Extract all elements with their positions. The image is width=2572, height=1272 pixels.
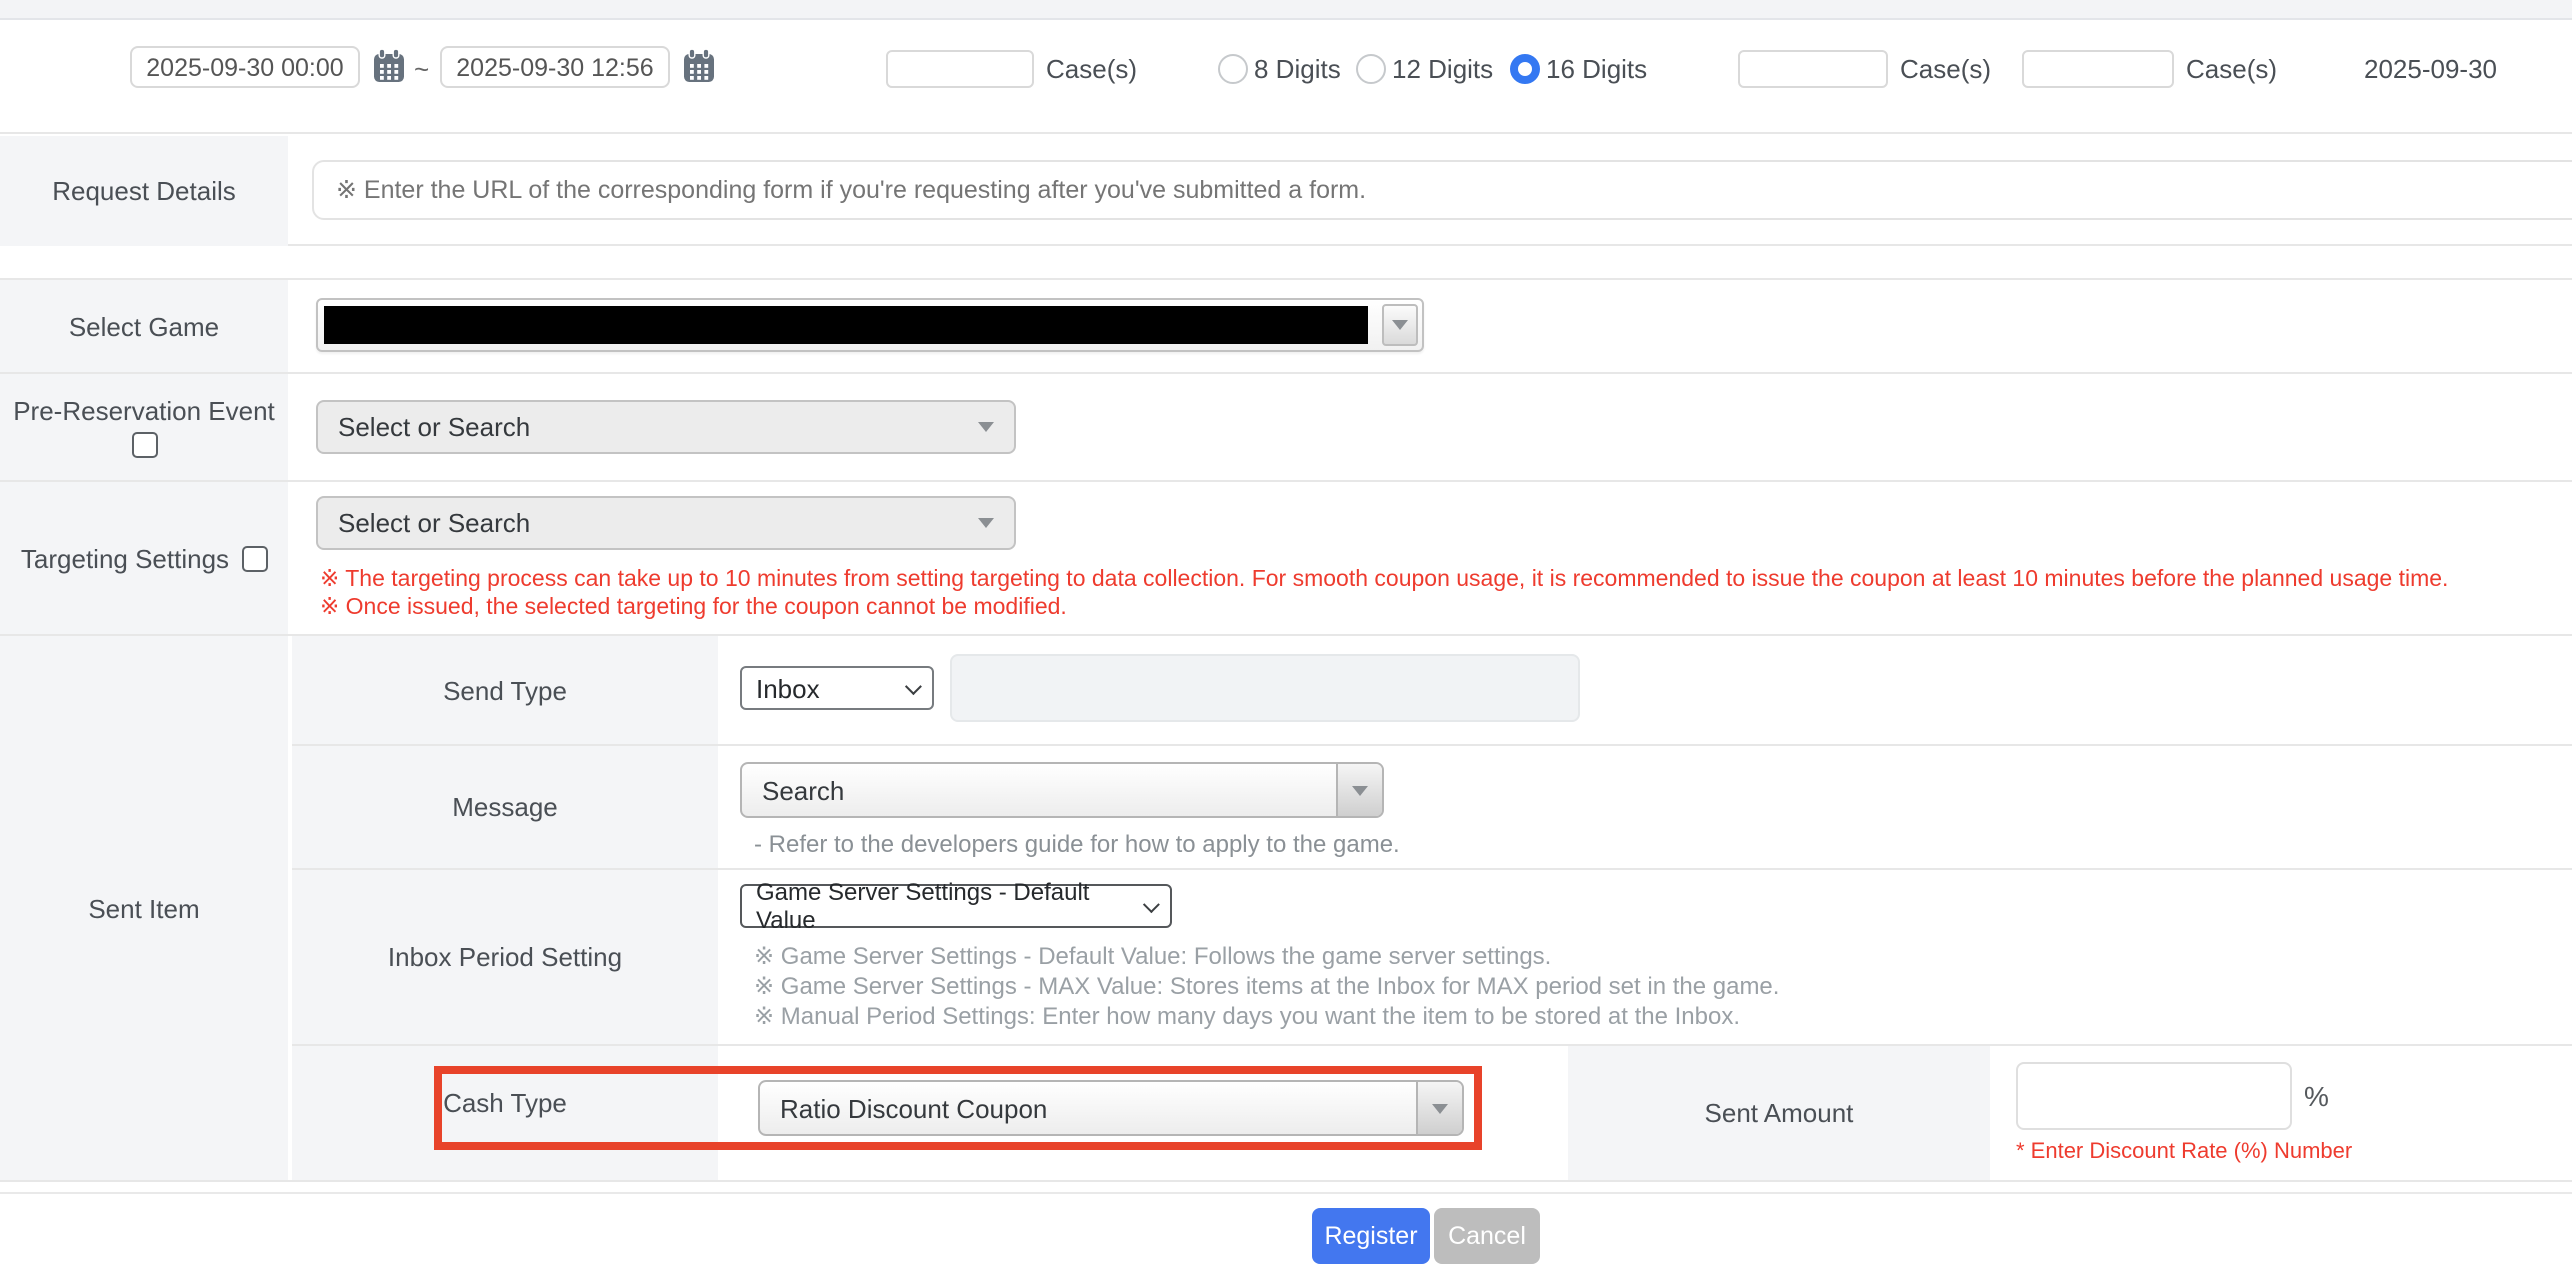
request-details-input[interactable] — [312, 160, 2572, 220]
message-note: - Refer to the developers guide for how … — [754, 830, 1400, 858]
sent-amount-input[interactable] — [2016, 1062, 2292, 1130]
inbox-period-note-3: ※ Manual Period Settings: Enter how many… — [754, 1002, 1740, 1030]
cash-type-highlight-box — [434, 1066, 1482, 1150]
message-dropdown-value: Search — [742, 775, 1336, 805]
radio-16-digits-label[interactable]: 16 Digits — [1546, 54, 1647, 84]
radio-12-digits-label[interactable]: 12 Digits — [1392, 54, 1493, 84]
case-unit-label-2: Case(s) — [1900, 54, 1991, 84]
targeting-checkbox[interactable] — [241, 545, 267, 571]
message-dropdown-arrow[interactable] — [1336, 764, 1382, 816]
top-strip — [0, 0, 2572, 20]
send-type-label: Send Type — [292, 636, 718, 744]
message-label: Message — [292, 746, 718, 868]
sent-amount-label: Sent Amount — [1568, 1046, 1990, 1180]
chevron-down-icon — [1143, 896, 1160, 913]
send-type-select-value: Inbox — [756, 673, 820, 703]
case-unit-label-1: Case(s) — [1046, 54, 1137, 84]
calendar-icon[interactable] — [682, 48, 716, 84]
message-dropdown[interactable]: Search — [740, 762, 1384, 818]
period-end-input[interactable] — [440, 46, 670, 88]
send-type-extra-input — [950, 654, 1580, 722]
sent-amount-note: * Enter Discount Rate (%) Number — [2016, 1140, 2352, 1164]
pre-reservation-checkbox[interactable] — [131, 432, 157, 458]
chevron-down-icon — [978, 518, 994, 528]
pre-reservation-dropdown[interactable]: Select or Search — [316, 400, 1016, 454]
period-separator: ~ — [414, 54, 429, 84]
targeting-label: Targeting Settings — [21, 543, 229, 573]
coupon-request-form: ~ Case(s) 8 Digits 12 Digits 16 Digits C… — [0, 0, 2572, 1272]
radio-16-digits[interactable] — [1510, 54, 1540, 84]
targeting-note-1: ※ The targeting process can take up to 1… — [320, 564, 2448, 592]
inbox-period-select-value: Game Server Settings - Default Value — [756, 878, 1144, 934]
radio-8-digits-label[interactable]: 8 Digits — [1254, 54, 1341, 84]
period-start-input[interactable] — [130, 46, 360, 88]
calendar-icon[interactable] — [372, 48, 406, 84]
select-game-dropdown[interactable] — [316, 298, 1424, 352]
request-details-label: Request Details — [0, 136, 288, 246]
case-count-input-2[interactable] — [1738, 50, 1888, 88]
request-date-text: 2025-09-30 — [2364, 54, 2497, 84]
chevron-down-icon — [1392, 320, 1408, 330]
select-game-label: Select Game — [0, 280, 288, 372]
radio-12-digits[interactable] — [1356, 54, 1386, 84]
sent-item-label: Sent Item — [0, 636, 288, 1180]
case-count-input-1[interactable] — [886, 50, 1034, 88]
targeting-label-block: Targeting Settings — [0, 482, 288, 634]
targeting-dropdown-value: Select or Search — [338, 508, 530, 538]
targeting-note-2: ※ Once issued, the selected targeting fo… — [320, 592, 1067, 620]
cancel-button[interactable]: Cancel — [1434, 1208, 1540, 1264]
sent-amount-unit: % — [2304, 1080, 2329, 1112]
pre-reservation-dropdown-value: Select or Search — [338, 412, 530, 442]
inbox-period-note-1: ※ Game Server Settings - Default Value: … — [754, 942, 1551, 970]
inbox-period-select[interactable]: Game Server Settings - Default Value — [740, 884, 1172, 928]
register-button[interactable]: Register — [1312, 1208, 1430, 1264]
case-unit-label-3: Case(s) — [2186, 54, 2277, 84]
inbox-period-label: Inbox Period Setting — [292, 870, 718, 1044]
select-game-value-redacted — [324, 306, 1368, 344]
case-count-input-3[interactable] — [2022, 50, 2174, 88]
radio-8-digits[interactable] — [1218, 54, 1248, 84]
send-type-select[interactable]: Inbox — [740, 666, 934, 710]
pre-reservation-label-block: Pre-Reservation Event — [0, 374, 288, 480]
pre-reservation-label: Pre-Reservation Event — [13, 396, 275, 426]
targeting-dropdown[interactable]: Select or Search — [316, 496, 1016, 550]
select-game-arrow-button[interactable] — [1382, 304, 1418, 346]
chevron-down-icon — [978, 422, 994, 432]
inbox-period-note-2: ※ Game Server Settings - MAX Value: Stor… — [754, 972, 1779, 1000]
chevron-down-icon — [905, 678, 922, 695]
chevron-down-icon — [1352, 785, 1368, 795]
